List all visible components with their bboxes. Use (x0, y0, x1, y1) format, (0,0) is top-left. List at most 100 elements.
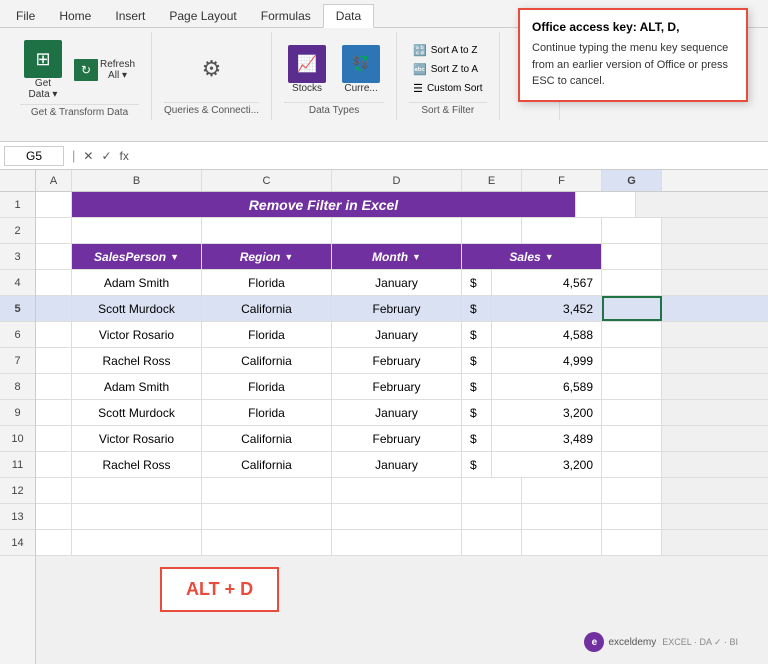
cell-b13[interactable] (72, 504, 202, 529)
cell-b7[interactable]: Rachel Ross (72, 348, 202, 373)
cell-e5-currency[interactable]: $ (462, 296, 492, 321)
row-header-9[interactable]: 9 (0, 400, 35, 426)
cell-d8[interactable]: February (332, 374, 462, 399)
cell-a5[interactable] (36, 296, 72, 321)
cell-a12[interactable] (36, 478, 72, 503)
custom-sort-button[interactable]: ☰ Custom Sort (409, 80, 486, 97)
row-header-10[interactable]: 10 (0, 426, 35, 452)
formula-input[interactable] (133, 149, 764, 163)
cell-e6-currency[interactable]: $ (462, 322, 492, 347)
cancel-formula-icon[interactable]: ✕ (83, 149, 93, 163)
cell-g10[interactable] (602, 426, 662, 451)
cell-b4[interactable]: Adam Smith (72, 270, 202, 295)
cell-b5[interactable]: Scott Murdock (72, 296, 202, 321)
cell-b14[interactable] (72, 530, 202, 555)
cell-e7-currency[interactable]: $ (462, 348, 492, 373)
cell-c12[interactable] (202, 478, 332, 503)
cell-d13[interactable] (332, 504, 462, 529)
col-header-f[interactable]: F (522, 170, 602, 191)
cell-e9-currency[interactable]: $ (462, 400, 492, 425)
stocks-button[interactable]: 📈 Stocks (284, 41, 330, 98)
cell-c5[interactable]: California (202, 296, 332, 321)
cell-c2[interactable] (202, 218, 332, 243)
cell-f11-sales[interactable]: 3,200 (492, 452, 602, 477)
cell-g8[interactable] (602, 374, 662, 399)
cell-a3[interactable] (36, 244, 72, 269)
row-header-5[interactable]: 5 (0, 296, 35, 322)
cell-g5-active[interactable] (602, 296, 662, 321)
cell-c13[interactable] (202, 504, 332, 529)
row-header-6[interactable]: 6 (0, 322, 35, 348)
cell-f4-sales[interactable]: 4,567 (492, 270, 602, 295)
cell-a11[interactable] (36, 452, 72, 477)
cell-a6[interactable] (36, 322, 72, 347)
cell-a14[interactable] (36, 530, 72, 555)
cell-b3-salesperson[interactable]: SalesPerson ▼ (72, 244, 202, 269)
cell-e4-currency[interactable]: $ (462, 270, 492, 295)
cell-e3-sales[interactable]: Sales ▼ (462, 244, 602, 269)
cell-f10-sales[interactable]: 3,489 (492, 426, 602, 451)
cell-g9[interactable] (602, 400, 662, 425)
cell-g7[interactable] (602, 348, 662, 373)
cell-d14[interactable] (332, 530, 462, 555)
cell-b12[interactable] (72, 478, 202, 503)
cell-f6-sales[interactable]: 4,588 (492, 322, 602, 347)
cell-f7-sales[interactable]: 4,999 (492, 348, 602, 373)
row-header-3[interactable]: 3 (0, 244, 35, 270)
cell-g12[interactable] (602, 478, 662, 503)
cell-b1-title[interactable]: Remove Filter in Excel (72, 192, 576, 217)
cell-f9-sales[interactable]: 3,200 (492, 400, 602, 425)
tab-file[interactable]: File (4, 5, 47, 27)
cell-g3[interactable] (602, 244, 662, 269)
cell-d6[interactable]: January (332, 322, 462, 347)
cell-f8-sales[interactable]: 6,589 (492, 374, 602, 399)
cell-f2[interactable] (522, 218, 602, 243)
cell-a9[interactable] (36, 400, 72, 425)
tab-formulas[interactable]: Formulas (249, 5, 323, 27)
cell-e2[interactable] (462, 218, 522, 243)
cell-g4[interactable] (602, 270, 662, 295)
cell-e13[interactable] (462, 504, 522, 529)
row-header-4[interactable]: 4 (0, 270, 35, 296)
cell-b11[interactable]: Rachel Ross (72, 452, 202, 477)
region-dropdown-icon[interactable]: ▼ (284, 252, 293, 262)
cell-reference-input[interactable] (4, 146, 64, 166)
cell-d7[interactable]: February (332, 348, 462, 373)
cell-f5-sales[interactable]: 3,452 (492, 296, 602, 321)
tab-data[interactable]: Data (323, 4, 374, 28)
cell-d2[interactable] (332, 218, 462, 243)
cell-d11[interactable]: January (332, 452, 462, 477)
cell-a7[interactable] (36, 348, 72, 373)
cell-d5[interactable]: February (332, 296, 462, 321)
row-header-14[interactable]: 14 (0, 530, 35, 556)
tab-page-layout[interactable]: Page Layout (157, 5, 248, 27)
row-header-7[interactable]: 7 (0, 348, 35, 374)
refresh-all-button[interactable]: ↻ RefreshAll ▾ (70, 55, 139, 85)
cell-a8[interactable] (36, 374, 72, 399)
row-header-2[interactable]: 2 (0, 218, 35, 244)
cell-g14[interactable] (602, 530, 662, 555)
cell-b8[interactable]: Adam Smith (72, 374, 202, 399)
cell-c7[interactable]: California (202, 348, 332, 373)
confirm-formula-icon[interactable]: ✓ (101, 149, 111, 163)
col-header-c[interactable]: C (202, 170, 332, 191)
cell-g2[interactable] (602, 218, 662, 243)
row-header-8[interactable]: 8 (0, 374, 35, 400)
col-header-d[interactable]: D (332, 170, 462, 191)
col-header-g[interactable]: G (602, 170, 662, 191)
cell-g1[interactable] (576, 192, 636, 217)
sales-dropdown-icon[interactable]: ▼ (545, 252, 554, 262)
insert-function-icon[interactable]: fx (120, 149, 129, 163)
cell-a10[interactable] (36, 426, 72, 451)
cell-b9[interactable]: Scott Murdock (72, 400, 202, 425)
cell-c10[interactable]: California (202, 426, 332, 451)
cell-g11[interactable] (602, 452, 662, 477)
cell-e11-currency[interactable]: $ (462, 452, 492, 477)
col-header-a[interactable]: A (36, 170, 72, 191)
row-header-1[interactable]: 1 (0, 192, 35, 218)
col-header-b[interactable]: B (72, 170, 202, 191)
cell-a13[interactable] (36, 504, 72, 529)
cell-e10-currency[interactable]: $ (462, 426, 492, 451)
queries-button[interactable]: ⚙ (189, 46, 235, 92)
cell-b2[interactable] (72, 218, 202, 243)
